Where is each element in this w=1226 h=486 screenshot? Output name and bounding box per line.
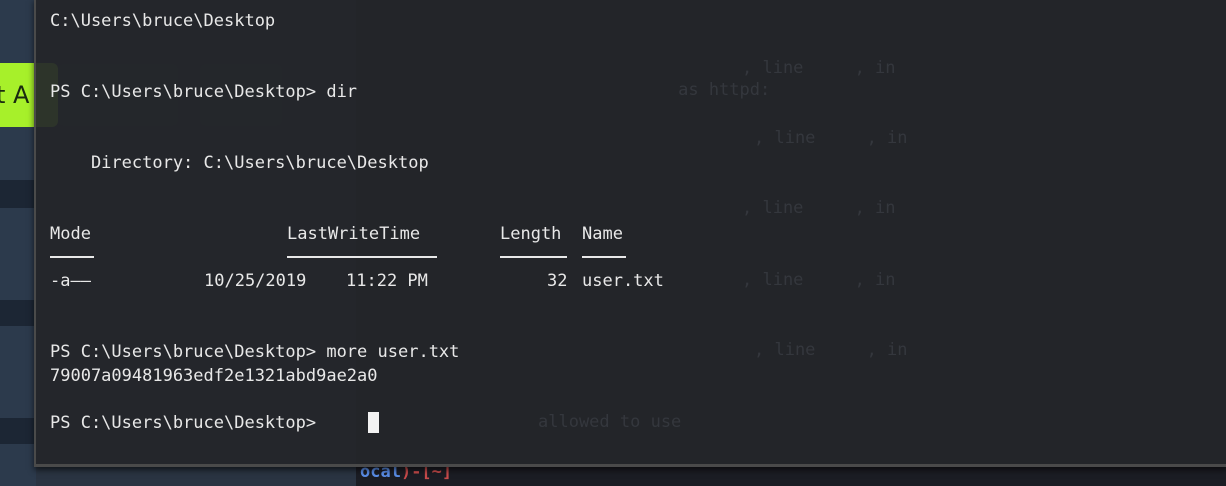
background-terminal-bottom: ocal)-[~] (356, 462, 1226, 486)
table-cell-date: 10/25/2019 (204, 271, 307, 291)
column-header-length: Length (500, 224, 562, 244)
column-underline (50, 256, 94, 258)
ghost-text: , line , in (754, 340, 908, 360)
column-underline (287, 256, 437, 258)
powershell-terminal-window[interactable]: , line , in as httpd: , line , in , line… (34, 0, 1226, 467)
text-cursor (368, 412, 379, 433)
ghost-text: , line , in (754, 128, 908, 148)
ghost-text: , line , in (742, 58, 896, 78)
column-underline (500, 256, 567, 258)
table-cell-length: 32 (547, 271, 568, 291)
table-cell-name: user.txt (582, 271, 664, 291)
background-stripe (0, 418, 36, 444)
prompt-more-command: PS C:\Users\bruce\Desktop> more user.txt (50, 342, 460, 362)
prompt-final[interactable]: PS C:\Users\bruce\Desktop> (50, 412, 326, 434)
column-header-mode: Mode (50, 224, 91, 244)
background-green-button-label: t A (0, 81, 30, 109)
column-header-lastwritetime: LastWriteTime (287, 224, 421, 244)
ghost-text: as httpd: (586, 80, 771, 100)
ghost-text: , line , in (742, 270, 896, 290)
ghost-text: allowed to use (538, 412, 682, 432)
prompt-dir-command: PS C:\Users\bruce\Desktop> dir (50, 82, 358, 102)
table-cell-mode: -a—— (50, 271, 91, 291)
column-header-name: Name (582, 224, 623, 244)
table-cell-time: 11:22 PM (346, 271, 428, 291)
hash-output: 79007a09481963edf2e1321abd9ae2a0 (50, 366, 378, 386)
cwd-header: C:\Users\bruce\Desktop (50, 11, 276, 31)
directory-label: Directory: C:\Users\bruce\Desktop (50, 153, 429, 173)
ghost-text: , line , in (742, 198, 896, 218)
background-stripe (0, 180, 36, 208)
column-underline (582, 256, 626, 258)
background-stripe (0, 300, 36, 326)
